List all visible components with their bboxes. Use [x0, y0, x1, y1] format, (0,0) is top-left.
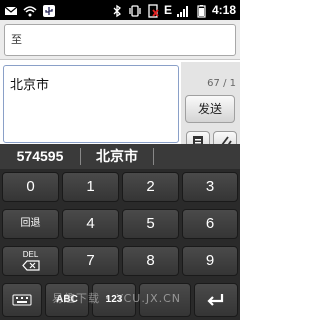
enter-key[interactable]: [194, 283, 238, 317]
vibrate-icon: [128, 3, 142, 17]
edge-network-icon: E: [163, 3, 172, 17]
recipient-bar: 至: [0, 20, 240, 60]
key-4[interactable]: 4: [62, 209, 119, 239]
candidate-1[interactable]: 574595: [4, 144, 76, 169]
key-2[interactable]: 2: [122, 172, 179, 202]
watermark: 易趣下载 • YCU.JX.CN: [52, 292, 182, 305]
key-0[interactable]: 0: [2, 172, 59, 202]
bluetooth-icon: [110, 3, 124, 18]
candidate-divider: [80, 148, 81, 165]
status-bar: E 4:18: [0, 0, 240, 20]
candidate-divider: [153, 148, 154, 165]
key-8[interactable]: 8: [122, 246, 179, 276]
wifi-icon: [23, 3, 37, 17]
backspace-key[interactable]: 回退: [2, 209, 59, 239]
key-1[interactable]: 1: [62, 172, 119, 202]
key-5[interactable]: 5: [122, 209, 179, 239]
keyboard-icon: [12, 294, 32, 306]
keyboard-switch-key[interactable]: [2, 283, 42, 317]
key-7[interactable]: 7: [62, 246, 119, 276]
usb-icon: [42, 3, 56, 17]
candidate-2[interactable]: 北京市: [84, 144, 150, 169]
notification-icon: [4, 3, 18, 17]
recipient-input[interactable]: 至: [4, 24, 236, 56]
message-input[interactable]: 北京市: [3, 65, 179, 143]
no-sim-icon: [146, 3, 160, 18]
clock: 4:18: [211, 3, 236, 17]
delete-key-label: DEL: [22, 250, 39, 259]
key-6[interactable]: 6: [182, 209, 238, 239]
battery-icon: [194, 3, 208, 18]
send-button[interactable]: 发送: [185, 95, 235, 123]
delete-key[interactable]: DEL: [2, 246, 59, 276]
delete-icon: [21, 260, 40, 271]
candidate-bar: 574595 北京市: [0, 144, 240, 169]
key-3[interactable]: 3: [182, 172, 238, 202]
enter-icon: [207, 294, 224, 306]
key-9[interactable]: 9: [182, 246, 238, 276]
char-counter: 67 / 1: [207, 78, 236, 89]
signal-icon: [176, 3, 190, 17]
sms-compose-screen: E 4:18 至 北京市 67 / 1 发送 574595 北京市 0 1 2 …: [0, 0, 240, 320]
